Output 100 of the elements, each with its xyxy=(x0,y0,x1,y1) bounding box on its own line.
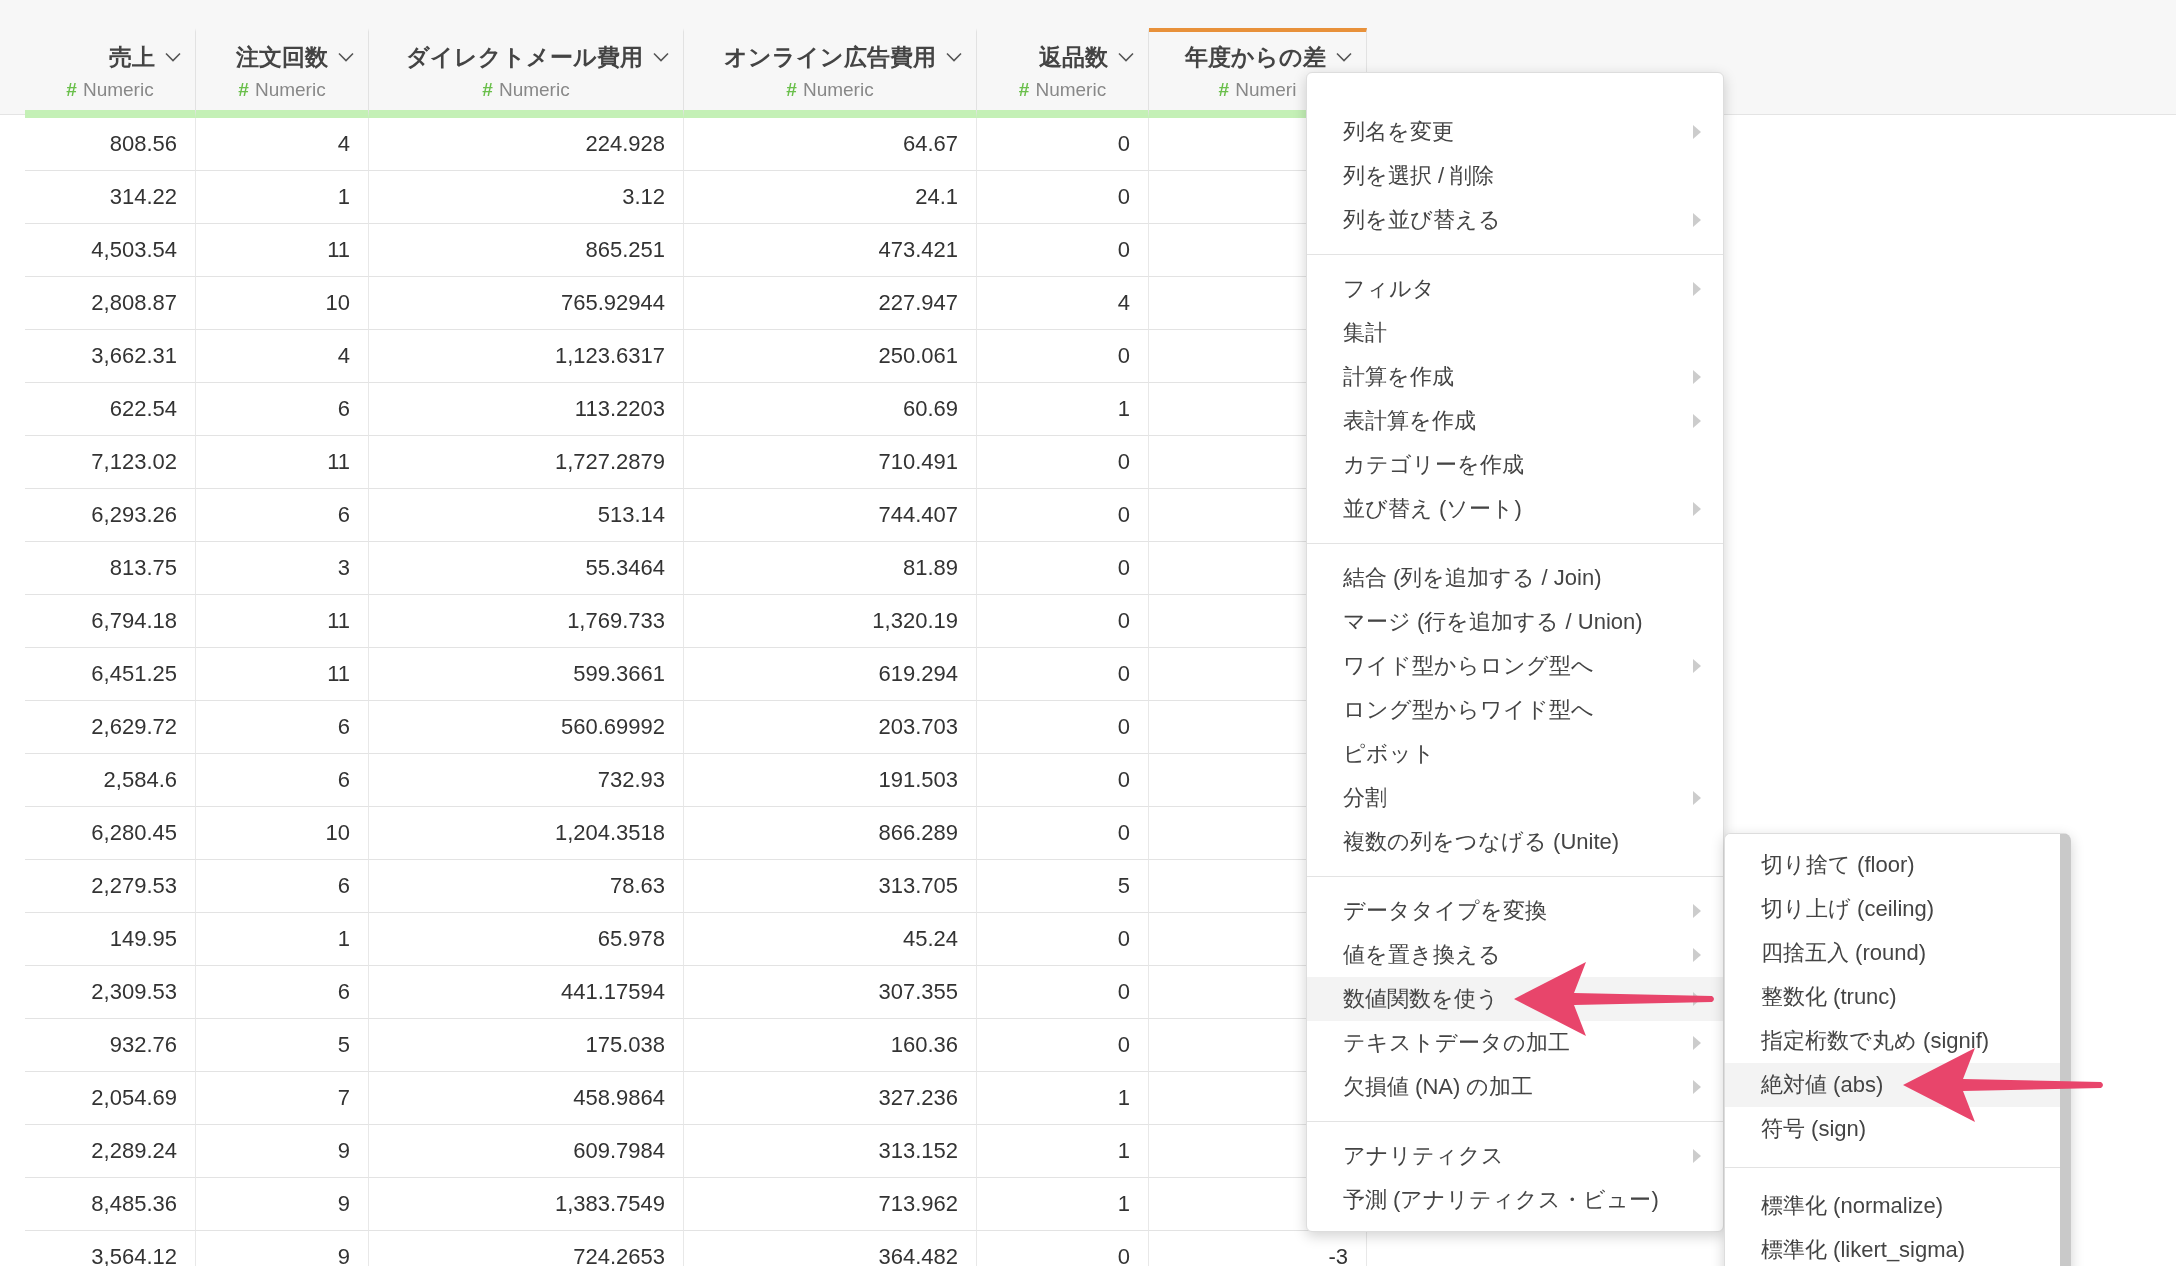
table-cell: 6,280.45 xyxy=(25,807,196,860)
menu-item[interactable]: 複数の列をつなげる (Unite) xyxy=(1307,820,1723,864)
table-cell: 1,383.7549 xyxy=(369,1178,684,1231)
menu-item[interactable]: 表計算を作成 xyxy=(1307,399,1723,443)
menu-item[interactable]: アナリティクス xyxy=(1307,1134,1723,1178)
menu-item[interactable]: 指定桁数で丸め (signif) xyxy=(1725,1019,2060,1063)
column-title: 年度からの差 xyxy=(1185,42,1326,72)
menu-item[interactable]: ワイド型からロング型へ xyxy=(1307,644,1723,688)
table-cell: 4 xyxy=(196,118,369,171)
menu-item[interactable]: 予測 (アナリティクス・ビュー) xyxy=(1307,1178,1723,1222)
chevron-down-icon xyxy=(946,52,962,62)
table-cell: 9 xyxy=(196,1125,369,1178)
column-header[interactable]: 返品数 # Numeric xyxy=(977,28,1149,118)
menu-item[interactable]: 切り捨て (floor) xyxy=(1725,843,2060,887)
table-cell: 619.294 xyxy=(684,648,977,701)
menu-item[interactable]: 集計 xyxy=(1307,311,1723,355)
table-cell: 4 xyxy=(196,330,369,383)
menu-item[interactable]: 符号 (sign) xyxy=(1725,1107,2060,1151)
table-cell: 9 xyxy=(196,1178,369,1231)
table-cell: 6,794.18 xyxy=(25,595,196,648)
menu-item[interactable]: 四捨五入 (round) xyxy=(1725,931,2060,975)
menu-item[interactable]: 分割 xyxy=(1307,776,1723,820)
table-cell: 765.92944 xyxy=(369,277,684,330)
table-cell: 1,769.733 xyxy=(369,595,684,648)
table-cell: 8,485.36 xyxy=(25,1178,196,1231)
menu-item[interactable]: 並び替え (ソート) xyxy=(1307,487,1723,531)
table-cell: 149.95 xyxy=(25,913,196,966)
table-cell: 2,808.87 xyxy=(25,277,196,330)
menu-item[interactable]: 計算を作成 xyxy=(1307,355,1723,399)
menu-item[interactable]: 標準化 (likert_sigma) xyxy=(1725,1228,2060,1266)
table-cell: 10 xyxy=(196,277,369,330)
column-type: Numeric xyxy=(1035,78,1107,101)
column-type: Numeric xyxy=(498,78,570,101)
table-cell: 0 xyxy=(977,542,1149,595)
table-cell: 1 xyxy=(196,913,369,966)
column-header[interactable]: ダイレクトメール費用 # Numeric xyxy=(369,28,684,118)
table-cell: 55.3464 xyxy=(369,542,684,595)
column-header[interactable]: オンライン広告費用 # Numeric xyxy=(684,28,977,118)
table-cell: 6,451.25 xyxy=(25,648,196,701)
table-cell: 78.63 xyxy=(369,860,684,913)
menu-item[interactable]: データタイプを変換 xyxy=(1307,889,1723,933)
table-cell: 1 xyxy=(977,383,1149,436)
table-cell: 6 xyxy=(196,966,369,1019)
menu-item[interactable]: 列を並び替える xyxy=(1307,198,1723,242)
menu-item[interactable]: ピボット xyxy=(1307,732,1723,776)
table-cell: 7 xyxy=(196,1072,369,1125)
table-cell: 513.14 xyxy=(369,489,684,542)
table-cell: 2,309.53 xyxy=(25,966,196,1019)
table-cell: 932.76 xyxy=(25,1019,196,1072)
table-cell: 866.289 xyxy=(684,807,977,860)
menu-item[interactable]: 結合 (列を追加する / Join) xyxy=(1307,556,1723,600)
hash-icon: # xyxy=(238,78,249,101)
table-cell: 175.038 xyxy=(369,1019,684,1072)
table-cell: 458.9864 xyxy=(369,1072,684,1125)
menu-item[interactable]: 値を置き換える xyxy=(1307,933,1723,977)
hash-icon: # xyxy=(1018,78,1030,101)
menu-item[interactable]: フィルタ xyxy=(1307,267,1723,311)
menu-item[interactable]: カテゴリーを作成 xyxy=(1307,443,1723,487)
table-cell: 3 xyxy=(196,542,369,595)
column-title: 返品数 xyxy=(1039,42,1108,72)
menu-item[interactable]: 列を選択 / 削除 xyxy=(1307,154,1723,198)
table-cell: 813.75 xyxy=(25,542,196,595)
menu-item[interactable]: マージ (行を追加する / Union) xyxy=(1307,600,1723,644)
table-cell: 2,584.6 xyxy=(25,754,196,807)
menu-item[interactable]: 欠損値 (NA) の加工 xyxy=(1307,1065,1723,1109)
table-cell: 0 xyxy=(977,754,1149,807)
table-cell: 1 xyxy=(977,1125,1149,1178)
table-cell: 0 xyxy=(977,807,1149,860)
table-cell: 0 xyxy=(977,330,1149,383)
column-header[interactable]: 売上 # Numeric xyxy=(25,28,196,118)
table-cell: 224.928 xyxy=(369,118,684,171)
table-cell: 0 xyxy=(977,436,1149,489)
column-type: Numeric xyxy=(254,78,326,101)
table-cell: 1,727.2879 xyxy=(369,436,684,489)
table-cell: 6 xyxy=(196,754,369,807)
table-cell: 203.703 xyxy=(684,701,977,754)
table-cell: 2,279.53 xyxy=(25,860,196,913)
table-cell: 622.54 xyxy=(25,383,196,436)
menu-item[interactable]: 切り上げ (ceiling) xyxy=(1725,887,2060,931)
table-cell: 1,204.3518 xyxy=(369,807,684,860)
table-cell: 1 xyxy=(196,171,369,224)
column-header[interactable]: 注文回数 # Numeric xyxy=(196,28,369,118)
table-cell: 0 xyxy=(977,489,1149,542)
table-cell: 6 xyxy=(196,489,369,542)
table-cell: 0 xyxy=(977,1019,1149,1072)
column-type: Numeri xyxy=(1235,78,1297,101)
table-cell: 0 xyxy=(977,701,1149,754)
table-cell: 2,629.72 xyxy=(25,701,196,754)
menu-item[interactable]: 整数化 (trunc) xyxy=(1725,975,2060,1019)
menu-item[interactable]: テキストデータの加工 xyxy=(1307,1021,1723,1065)
menu-item[interactable]: ロング型からワイド型へ xyxy=(1307,688,1723,732)
table-cell: 0 xyxy=(977,913,1149,966)
table-cell: 0 xyxy=(977,171,1149,224)
hash-icon: # xyxy=(66,78,77,101)
chevron-down-icon xyxy=(165,52,181,62)
table-cell: 441.17594 xyxy=(369,966,684,1019)
table-cell: 808.56 xyxy=(25,118,196,171)
menu-item[interactable]: 標準化 (normalize) xyxy=(1725,1184,2060,1228)
hash-icon: # xyxy=(786,78,797,101)
chevron-down-icon xyxy=(338,52,354,62)
